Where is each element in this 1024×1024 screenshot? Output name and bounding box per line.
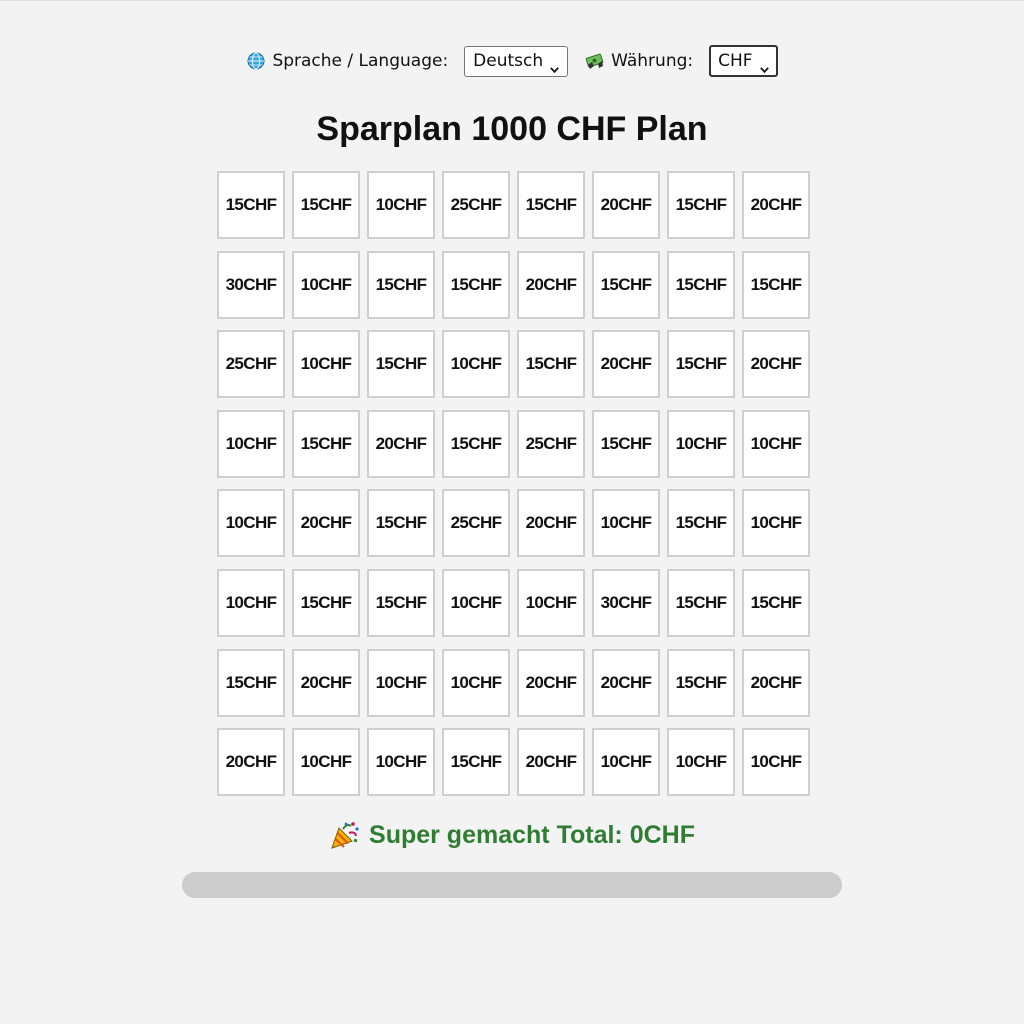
currency-label: Währung: [611,51,694,71]
savings-cell[interactable]: 15CHF [742,568,810,637]
savings-cell[interactable]: 10CHF [592,728,660,797]
page-title: Sparplan 1000 CHF Plan [316,110,708,148]
currency-control: Währung: CHF [585,45,778,77]
savings-cell[interactable]: 15CHF [667,330,735,399]
savings-cell[interactable]: 15CHF [292,409,360,478]
language-select[interactable]: Deutsch [464,45,569,77]
savings-cell[interactable]: 10CHF [292,250,360,319]
savings-cell[interactable]: 30CHF [592,568,660,637]
savings-cell[interactable]: 20CHF [217,728,285,797]
globe-icon [246,51,266,71]
savings-cell[interactable]: 15CHF [667,568,735,637]
chevron-down-icon [550,58,560,74]
savings-cell[interactable]: 15CHF [517,330,585,399]
savings-cell[interactable]: 15CHF [667,648,735,717]
savings-cell[interactable]: 10CHF [442,648,510,717]
savings-cell[interactable]: 15CHF [367,250,435,319]
savings-cell[interactable]: 10CHF [217,409,285,478]
savings-cell[interactable]: 20CHF [592,330,660,399]
language-control: Sprache / Language: Deutsch [246,45,569,77]
party-popper-icon [329,819,361,851]
money-icon [585,51,605,71]
savings-cell[interactable]: 15CHF [442,409,510,478]
savings-cell[interactable]: 20CHF [517,648,585,717]
savings-grid: 15CHF 15CHF 10CHF 25CHF 15CHF 20CHF 15CHF 20CHF… [217,171,811,797]
savings-cell[interactable]: 20CHF [367,409,435,478]
savings-cell[interactable]: 15CHF [367,489,435,558]
savings-cell[interactable]: 15CHF [667,171,735,239]
currency-select[interactable]: CHF [709,45,778,77]
savings-cell[interactable]: 20CHF [517,728,585,797]
savings-cell[interactable]: 15CHF [292,171,360,239]
savings-cell[interactable]: 10CHF [742,728,810,797]
savings-cell[interactable]: 10CHF [217,568,285,637]
savings-cell[interactable]: 30CHF [217,250,285,319]
savings-cell[interactable]: 15CHF [667,250,735,319]
savings-cell[interactable]: 10CHF [292,728,360,797]
savings-cell[interactable]: 20CHF [592,171,660,239]
savings-cell[interactable]: 10CHF [667,728,735,797]
savings-cell[interactable]: 10CHF [442,568,510,637]
settings-bar: Sprache / Language: Deutsch Währung: CHF [0,44,1024,78]
status-message: Super gemacht Total: 0CHF [0,816,1024,854]
savings-cell[interactable]: 20CHF [292,489,360,558]
savings-cell[interactable]: 20CHF [517,250,585,319]
savings-cell[interactable]: 15CHF [292,568,360,637]
savings-cell[interactable]: 15CHF [442,250,510,319]
savings-cell[interactable]: 20CHF [517,489,585,558]
savings-cell[interactable]: 20CHF [742,648,810,717]
language-select-value: Deutsch [473,51,544,71]
savings-cell[interactable]: 25CHF [442,489,510,558]
savings-cell[interactable]: 25CHF [517,409,585,478]
savings-cell[interactable]: 15CHF [517,171,585,239]
savings-cell[interactable]: 15CHF [592,250,660,319]
total-text: Super gemacht Total: 0CHF [369,820,695,849]
savings-cell[interactable]: 15CHF [592,409,660,478]
savings-cell[interactable]: 25CHF [442,171,510,239]
language-label: Sprache / Language: [272,51,449,71]
savings-cell[interactable]: 15CHF [367,568,435,637]
savings-cell[interactable]: 20CHF [292,648,360,717]
savings-cell[interactable]: 10CHF [367,648,435,717]
currency-select-value: CHF [718,51,753,71]
page: Sprache / Language: Deutsch Währung: CHF [0,0,1024,1024]
savings-cell[interactable]: 10CHF [442,330,510,399]
savings-cell[interactable]: 20CHF [592,648,660,717]
savings-cell[interactable]: 10CHF [592,489,660,558]
savings-cell[interactable]: 15CHF [217,171,285,239]
savings-cell[interactable]: 20CHF [742,171,810,239]
savings-cell[interactable]: 20CHF [742,330,810,399]
savings-cell[interactable]: 15CHF [742,250,810,319]
savings-cell[interactable]: 15CHF [442,728,510,797]
savings-cell[interactable]: 10CHF [667,409,735,478]
savings-cell[interactable]: 15CHF [367,330,435,399]
savings-cell[interactable]: 15CHF [217,648,285,717]
savings-cell[interactable]: 10CHF [742,409,810,478]
savings-cell[interactable]: 10CHF [517,568,585,637]
savings-cell[interactable]: 15CHF [667,489,735,558]
savings-cell[interactable]: 10CHF [742,489,810,558]
savings-cell[interactable]: 25CHF [217,330,285,399]
progress-bar [182,872,842,898]
savings-cell[interactable]: 10CHF [217,489,285,558]
savings-cell[interactable]: 10CHF [292,330,360,399]
savings-cell[interactable]: 10CHF [367,171,435,239]
savings-cell[interactable]: 10CHF [367,728,435,797]
chevron-down-icon [759,58,769,74]
